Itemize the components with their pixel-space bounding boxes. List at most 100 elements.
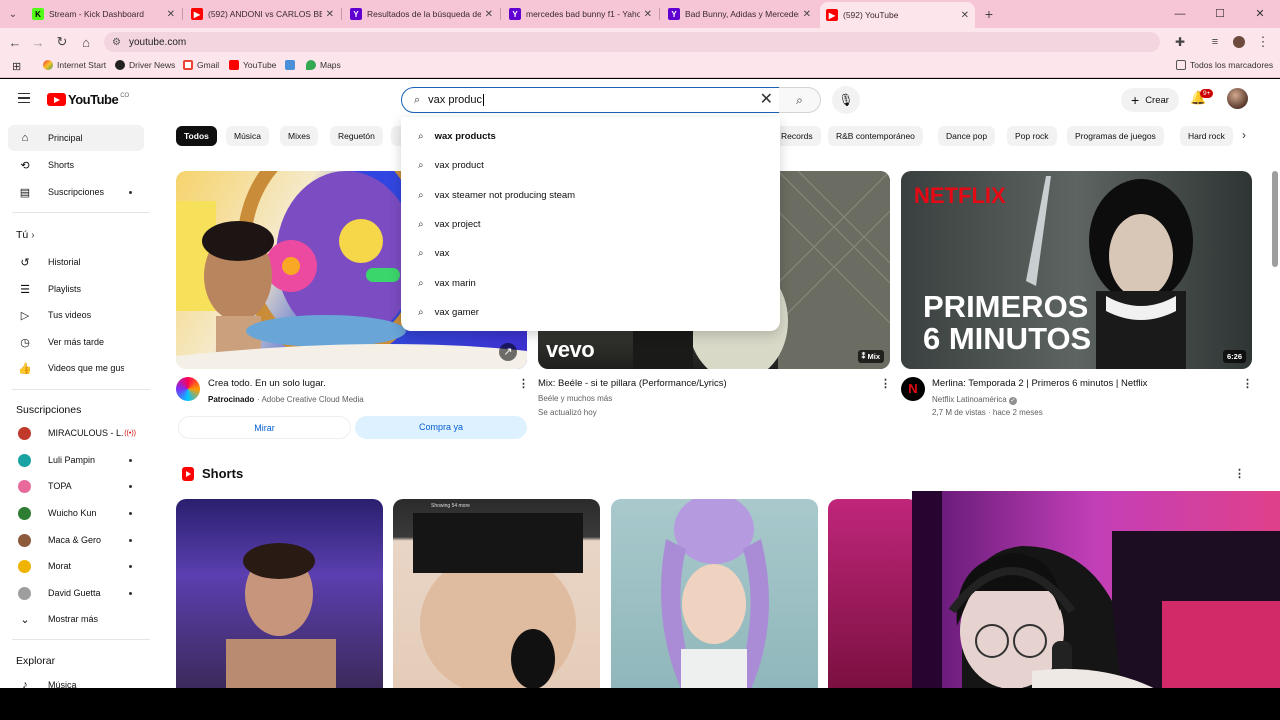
reload-icon[interactable]: ↻ bbox=[53, 33, 71, 51]
sidebar-sub-wuicho-kun[interactable]: Wuicho Kun bbox=[8, 500, 144, 526]
bookmark-driver-news[interactable]: Driver News bbox=[115, 60, 175, 70]
more-options-icon[interactable]: ⋮ bbox=[1234, 467, 1245, 480]
site-info-icon[interactable]: ⚙ bbox=[112, 37, 121, 48]
search-button[interactable]: ⌕ bbox=[779, 87, 821, 113]
bookmark-translate[interactable] bbox=[285, 60, 299, 70]
address-bar[interactable]: ⚙ youtube.com bbox=[104, 32, 1160, 52]
close-icon[interactable]: ✕ bbox=[644, 9, 652, 20]
new-content-dot bbox=[129, 484, 132, 488]
sidebar-sub-maca-gero[interactable]: Maca & Gero bbox=[8, 527, 144, 553]
browser-tab-5[interactable]: Y Bad Bunny, Adidas y Mercedes ✕ bbox=[662, 3, 817, 25]
ad-buy-button[interactable]: Compra ya bbox=[355, 416, 527, 439]
sidebar-item-principal[interactable]: ⌂ Principal bbox=[8, 125, 144, 151]
sidebar-item-liked-videos[interactable]: 👍 Videos que me gus... bbox=[8, 355, 144, 381]
youtube-logo[interactable]: YouTube CO bbox=[47, 92, 129, 107]
sidebar-you-heading[interactable]: Tú › bbox=[16, 229, 35, 241]
more-options-icon[interactable]: ⋮ bbox=[518, 377, 529, 390]
all-bookmarks[interactable]: Todos los marcadores bbox=[1176, 60, 1273, 70]
create-button[interactable]: + Crear bbox=[1121, 88, 1179, 112]
chip-pop-rock[interactable]: Pop rock bbox=[1007, 126, 1057, 146]
chip-rnb[interactable]: R&B contemporáneo bbox=[828, 126, 923, 146]
chip-musica[interactable]: Música bbox=[226, 126, 269, 146]
channel-avatar-adobe[interactable] bbox=[176, 377, 200, 401]
chip-regueton[interactable]: Reguetón bbox=[330, 126, 383, 146]
close-icon[interactable]: ✕ bbox=[167, 9, 175, 20]
tab-search-icon[interactable]: ⌄ bbox=[4, 5, 22, 23]
bookmark-gmail[interactable]: Gmail bbox=[183, 60, 219, 70]
more-options-icon[interactable]: ⋮ bbox=[880, 377, 891, 390]
back-icon[interactable]: ← bbox=[6, 33, 24, 51]
suggestion-item[interactable]: ⌕ vax gamer bbox=[401, 298, 780, 327]
close-icon[interactable]: ✕ bbox=[961, 10, 969, 21]
bookmark-youtube[interactable]: YouTube bbox=[229, 60, 276, 70]
browser-tab-active[interactable]: ▶ (592) YouTube ✕ bbox=[820, 2, 975, 28]
chevron-right-icon[interactable]: › bbox=[1242, 128, 1246, 142]
browser-menu-icon[interactable]: ⋮ bbox=[1254, 33, 1272, 51]
profile-icon[interactable] bbox=[1230, 33, 1248, 51]
page-scrollbar[interactable] bbox=[1272, 171, 1278, 267]
chip-hard-rock[interactable]: Hard rock bbox=[1180, 126, 1233, 146]
sidebar-item-subscriptions[interactable]: ▤ Suscripciones bbox=[8, 179, 144, 205]
video-channel[interactable]: Netflix Latinoamérica ✓ bbox=[932, 395, 1017, 405]
sidebar-sub-luli-pampin[interactable]: Luli Pampin bbox=[8, 447, 144, 473]
short-card-2[interactable]: Showing 54 more bbox=[393, 499, 600, 688]
short-card-4[interactable] bbox=[828, 499, 918, 688]
chip-game-shows[interactable]: Programas de juegos bbox=[1067, 126, 1164, 146]
video-title[interactable]: Merlina: Temporada 2 | Primeros 6 minuto… bbox=[932, 378, 1147, 389]
close-icon[interactable]: ✕ bbox=[485, 9, 493, 20]
extensions-icon[interactable]: ✚ bbox=[1171, 33, 1189, 51]
suggestion-item[interactable]: ⌕ vax steamer not producing steam bbox=[401, 181, 780, 210]
window-close-icon[interactable]: ✕ bbox=[1240, 0, 1280, 28]
account-avatar[interactable] bbox=[1227, 88, 1248, 109]
hamburger-menu-icon[interactable] bbox=[18, 93, 30, 106]
suggestion-item[interactable]: ⌕ vax marin bbox=[401, 268, 780, 297]
new-tab-button[interactable]: + bbox=[980, 5, 998, 23]
sidebar-item-playlists[interactable]: ☰ Playlists bbox=[8, 276, 144, 302]
short-card-3[interactable] bbox=[611, 499, 818, 688]
browser-tab-4[interactable]: Y mercedes bad bunny f1 - Yahoo ✕ bbox=[503, 3, 658, 25]
sidebar-item-shorts[interactable]: ⟲ Shorts bbox=[8, 152, 144, 178]
suggestion-item[interactable]: ⌕ vax project bbox=[401, 210, 780, 239]
video-thumbnail-netflix[interactable]: NETFLIX PRIMEROS 6 MINUTOS 6:26 bbox=[901, 171, 1252, 369]
ad-watch-button[interactable]: Mirar bbox=[178, 416, 351, 439]
chip-mixes[interactable]: Mixes bbox=[280, 126, 319, 146]
bookmark-maps[interactable]: Maps bbox=[306, 60, 341, 70]
sidebar-item-your-videos[interactable]: ▷ Tus videos bbox=[8, 302, 144, 328]
sidebar-sub-morat[interactable]: Morat bbox=[8, 553, 144, 579]
browser-tab-1[interactable]: K Stream - Kick Dashboard ✕ bbox=[26, 3, 181, 25]
suggestion-item[interactable]: ⌕ vax bbox=[401, 239, 780, 268]
apps-grid-icon[interactable]: ⊞ bbox=[12, 60, 21, 73]
short-card-1[interactable] bbox=[176, 499, 383, 688]
video-channel[interactable]: Beéle y muchos más bbox=[538, 394, 612, 403]
sidebar-sub-miraculous[interactable]: MIRACULOUS - L... ((•)) bbox=[8, 420, 144, 446]
maximize-icon[interactable]: ☐ bbox=[1200, 0, 1240, 28]
close-icon[interactable]: ✕ bbox=[803, 9, 811, 20]
home-page-icon[interactable]: ⌂ bbox=[77, 33, 95, 51]
voice-search-button[interactable]: 🎙 bbox=[832, 86, 860, 114]
media-icon[interactable]: ≡ bbox=[1206, 33, 1224, 51]
short-thumbnail bbox=[661, 499, 769, 688]
sidebar-show-more[interactable]: ⌄ Mostrar más bbox=[8, 606, 144, 632]
video-title[interactable]: Crea todo. En un solo lugar. bbox=[208, 378, 326, 389]
chip-dance-pop[interactable]: Dance pop bbox=[938, 126, 996, 146]
clear-search-icon[interactable]: ✕ bbox=[760, 91, 773, 109]
suggestion-item[interactable]: ⌕ wax products bbox=[401, 122, 780, 151]
bookmark-internet-start[interactable]: Internet Start bbox=[43, 60, 106, 70]
browser-tab-2[interactable]: ▶ (592) ANDONI vs CARLOS BELC ✕ bbox=[185, 3, 340, 25]
sidebar-sub-david-guetta[interactable]: David Guetta bbox=[8, 580, 144, 606]
suggestion-item[interactable]: ⌕ vax product bbox=[401, 151, 780, 180]
chip-todos[interactable]: Todos bbox=[176, 126, 217, 146]
sidebar-item-history[interactable]: ↺ Historial bbox=[8, 249, 144, 275]
close-icon[interactable]: ✕ bbox=[326, 9, 334, 20]
channel-avatar-netflix[interactable]: N bbox=[901, 377, 925, 401]
search-input[interactable]: ⌕ vax produc ✕ bbox=[401, 87, 780, 113]
minimize-icon[interactable]: — bbox=[1160, 0, 1200, 28]
external-link-icon[interactable]: ↗ bbox=[499, 343, 517, 361]
more-options-icon[interactable]: ⋮ bbox=[1242, 377, 1253, 390]
sidebar-item-watch-later[interactable]: ◷ Ver más tarde bbox=[8, 329, 144, 355]
forward-icon[interactable]: → bbox=[29, 33, 47, 51]
sidebar-sub-topa[interactable]: TOPA bbox=[8, 473, 144, 499]
video-title[interactable]: Mix: Beéle - si te pillara (Performance/… bbox=[538, 378, 727, 389]
sidebar-item-music[interactable]: ♪ Música bbox=[8, 672, 144, 688]
browser-tab-3[interactable]: Y Resultados de la búsqueda de ✕ bbox=[344, 3, 499, 25]
